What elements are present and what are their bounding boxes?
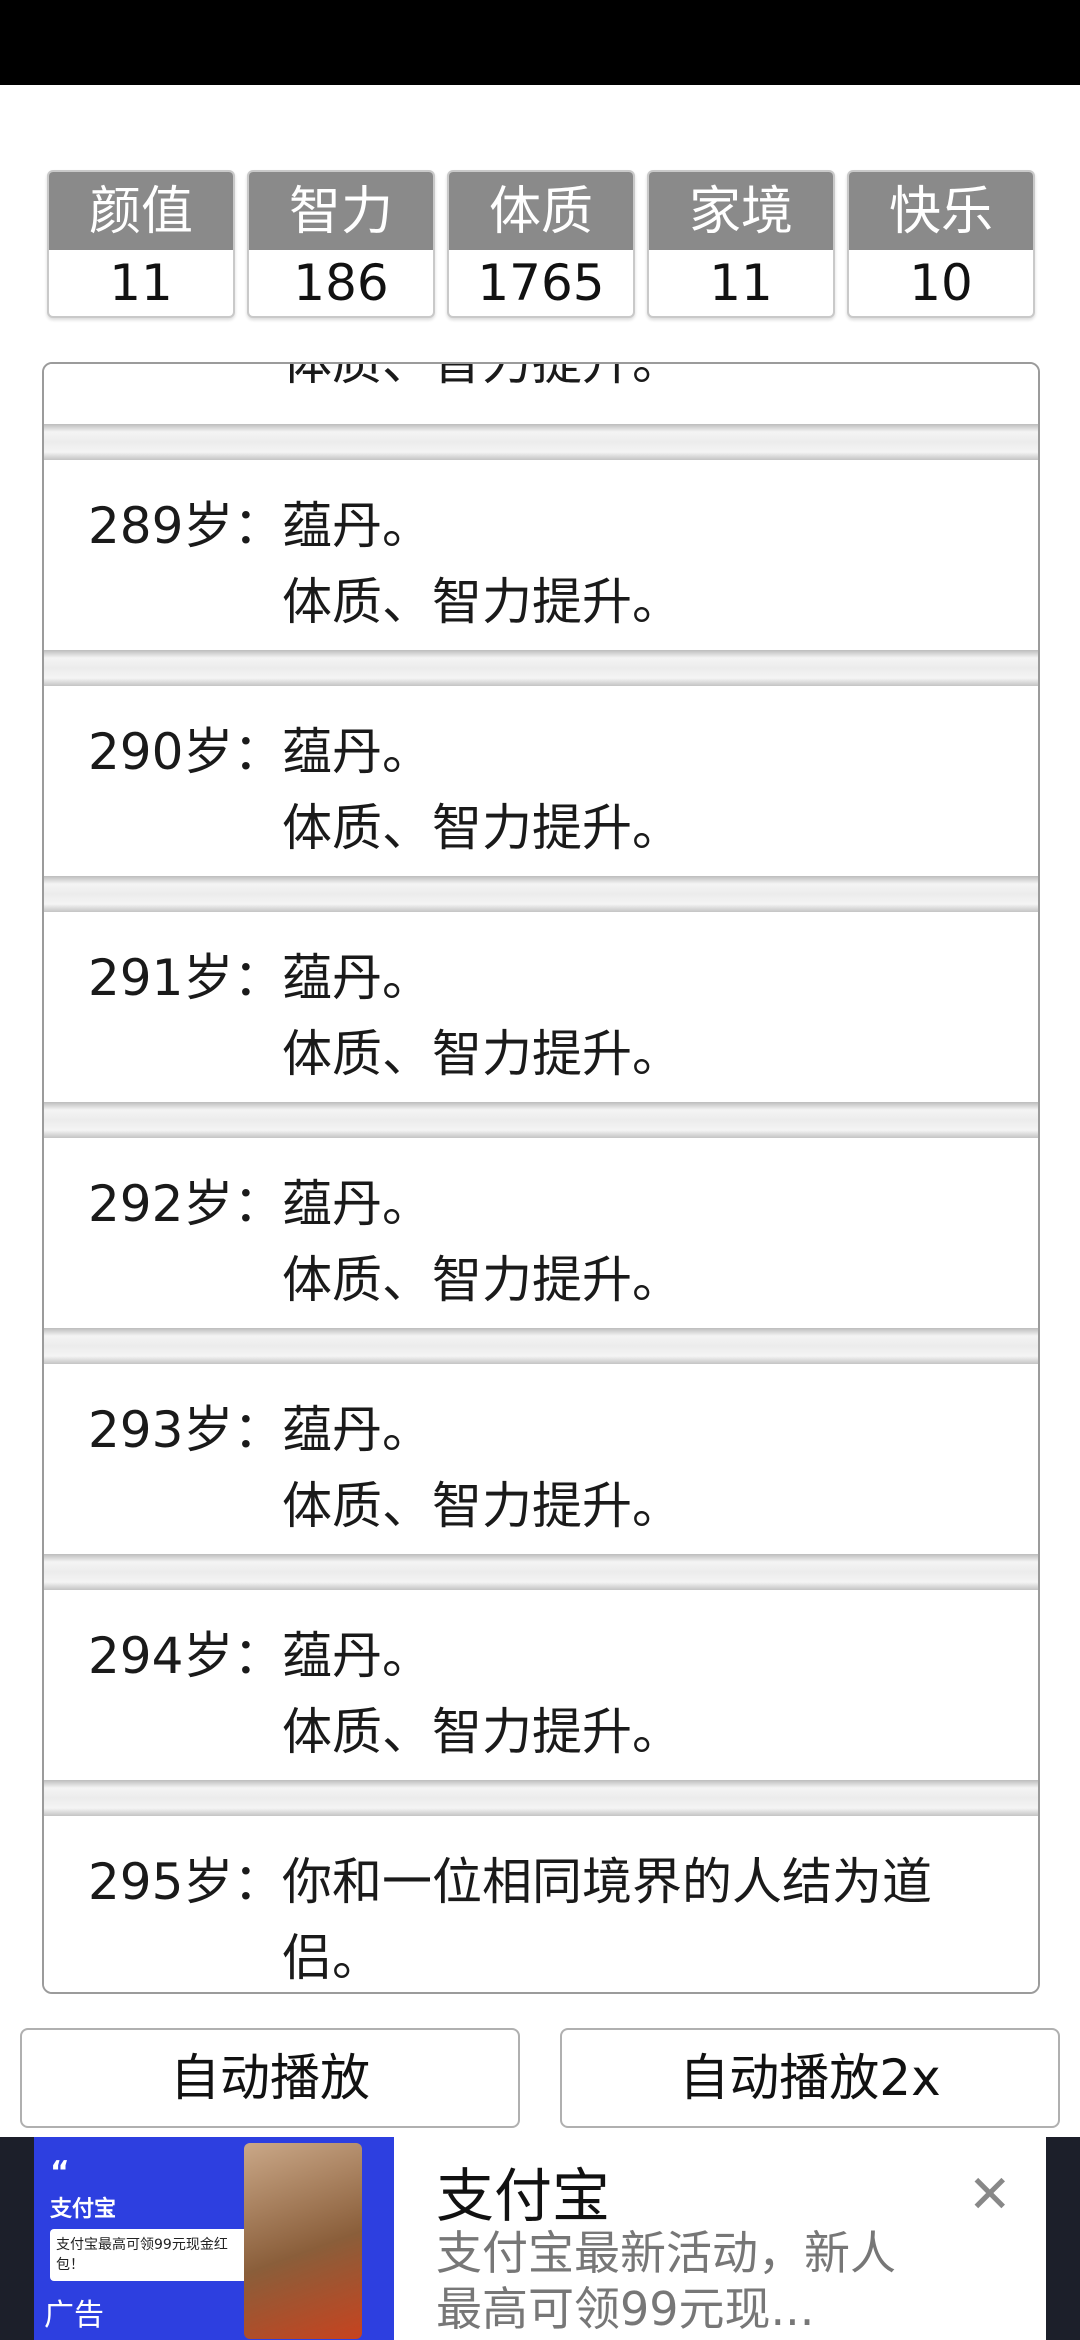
- log-text: 蕴丹。 体质、智力提升。: [282, 714, 1022, 866]
- ad-left-edge: [0, 2137, 34, 2340]
- log-entry: 292岁： 蕴丹。 体质、智力提升。: [44, 1138, 1038, 1328]
- log-line: 体质、智力提升。: [282, 1703, 682, 1761]
- ad-banner[interactable]: “ 支付宝 支付宝最高可领99元现金红包！ 广告 支付宝 支付宝最新活动，新人最…: [0, 2137, 1080, 2340]
- stat-value: 1765: [477, 254, 605, 312]
- log-line: 蕴丹。: [282, 1175, 432, 1233]
- close-icon[interactable]: ✕: [968, 2169, 1012, 2221]
- ad-title[interactable]: 支付宝: [436, 2149, 610, 2233]
- log-entry: 289岁： 蕴丹。 体质、智力提升。: [44, 460, 1038, 650]
- ad-right-edge: [1046, 2137, 1080, 2340]
- log-age: 289岁：: [88, 497, 284, 555]
- stat-constitution: 体质 1765: [447, 170, 635, 318]
- log-separator: [44, 1780, 1038, 1816]
- log-age: 292岁：: [88, 1175, 284, 1233]
- ad-label: 广告: [44, 2298, 104, 2333]
- status-bar: [0, 0, 1080, 85]
- log-separator: [44, 1328, 1038, 1364]
- log-text: 你和一位相同境界的人结为道侣。: [282, 1853, 932, 1987]
- log-entry: 295岁： 你和一位相同境界的人结为道侣。: [44, 1816, 1038, 1992]
- log-text: 蕴丹。 体质、智力提升。: [282, 1166, 1022, 1318]
- stat-value: 186: [293, 254, 389, 312]
- stat-name: 体质: [449, 172, 633, 250]
- log-entry: 294岁： 蕴丹。 体质、智力提升。: [44, 1590, 1038, 1780]
- stat-name: 智力: [249, 172, 433, 250]
- log-entry: 293岁： 蕴丹。 体质、智力提升。: [44, 1364, 1038, 1554]
- log-age: 295岁：: [88, 1853, 284, 1911]
- stat-appearance: 颜值 11: [47, 170, 235, 318]
- log-line: 蕴丹。: [282, 723, 432, 781]
- log-text: 蕴丹。 体质、智力提升。: [282, 1392, 1022, 1544]
- log-line: 蕴丹。: [282, 1401, 432, 1459]
- log-text: 体质、智力提升。: [282, 362, 682, 391]
- log-entry: 290岁： 蕴丹。 体质、智力提升。: [44, 686, 1038, 876]
- stat-name: 家境: [649, 172, 833, 250]
- log-age: 293岁：: [88, 1401, 284, 1459]
- stat-family: 家境 11: [647, 170, 835, 318]
- log-line: 蕴丹。: [282, 497, 432, 555]
- stat-name: 快乐: [849, 172, 1033, 250]
- ad-thumb-brand: 支付宝: [50, 2197, 117, 2222]
- log-line: 蕴丹。: [282, 949, 432, 1007]
- autoplay-2x-button[interactable]: 自动播放2x: [560, 2028, 1060, 2128]
- ad-food-image: [244, 2143, 362, 2339]
- ad-thumbnail[interactable]: “ 支付宝 支付宝最高可领99元现金红包！ 广告: [34, 2137, 394, 2340]
- log-separator: [44, 424, 1038, 460]
- log-text: 蕴丹。 体质、智力提升。: [282, 488, 1022, 640]
- ad-thumb-card: 支付宝最高可领99元现金红包！: [50, 2229, 252, 2281]
- log-line: 体质、智力提升。: [282, 573, 682, 631]
- log-separator: [44, 876, 1038, 912]
- stat-value: 10: [909, 254, 973, 312]
- stat-happiness: 快乐 10: [847, 170, 1035, 318]
- stats-panel: 颜值 11 智力 186 体质 1765 家境 11 快乐 10: [47, 170, 1035, 318]
- log-line: 蕴丹。: [282, 1627, 432, 1685]
- log-text: 蕴丹。 体质、智力提升。: [282, 940, 1022, 1092]
- log-line: 体质、智力提升。: [282, 1251, 682, 1309]
- log-separator: [44, 650, 1038, 686]
- autoplay-button[interactable]: 自动播放: [20, 2028, 520, 2128]
- log-separator: [44, 1554, 1038, 1590]
- log-age: 291岁：: [88, 949, 284, 1007]
- log-separator: [44, 1102, 1038, 1138]
- stat-intelligence: 智力 186: [247, 170, 435, 318]
- log-entry: 291岁： 蕴丹。 体质、智力提升。: [44, 912, 1038, 1102]
- stat-name: 颜值: [49, 172, 233, 250]
- log-age: 290岁：: [88, 723, 284, 781]
- ad-description[interactable]: 支付宝最新活动，新人最高可领99元现...: [436, 2225, 936, 2337]
- log-line: 体质、智力提升。: [282, 1025, 682, 1083]
- log-text: 蕴丹。 体质、智力提升。: [282, 1618, 1022, 1770]
- log-line: 体质、智力提升。: [282, 799, 682, 857]
- log-age: 294岁：: [88, 1627, 284, 1685]
- stat-value: 11: [109, 254, 173, 312]
- life-log[interactable]: 体质、智力提升。 289岁： 蕴丹。 体质、智力提升。 290岁： 蕴丹。 体质…: [42, 362, 1040, 1994]
- log-line: 体质、智力提升。: [282, 1477, 682, 1535]
- log-entry-partial: 体质、智力提升。: [44, 362, 1038, 422]
- quote-icon: “: [50, 2155, 70, 2190]
- stat-value: 11: [709, 254, 773, 312]
